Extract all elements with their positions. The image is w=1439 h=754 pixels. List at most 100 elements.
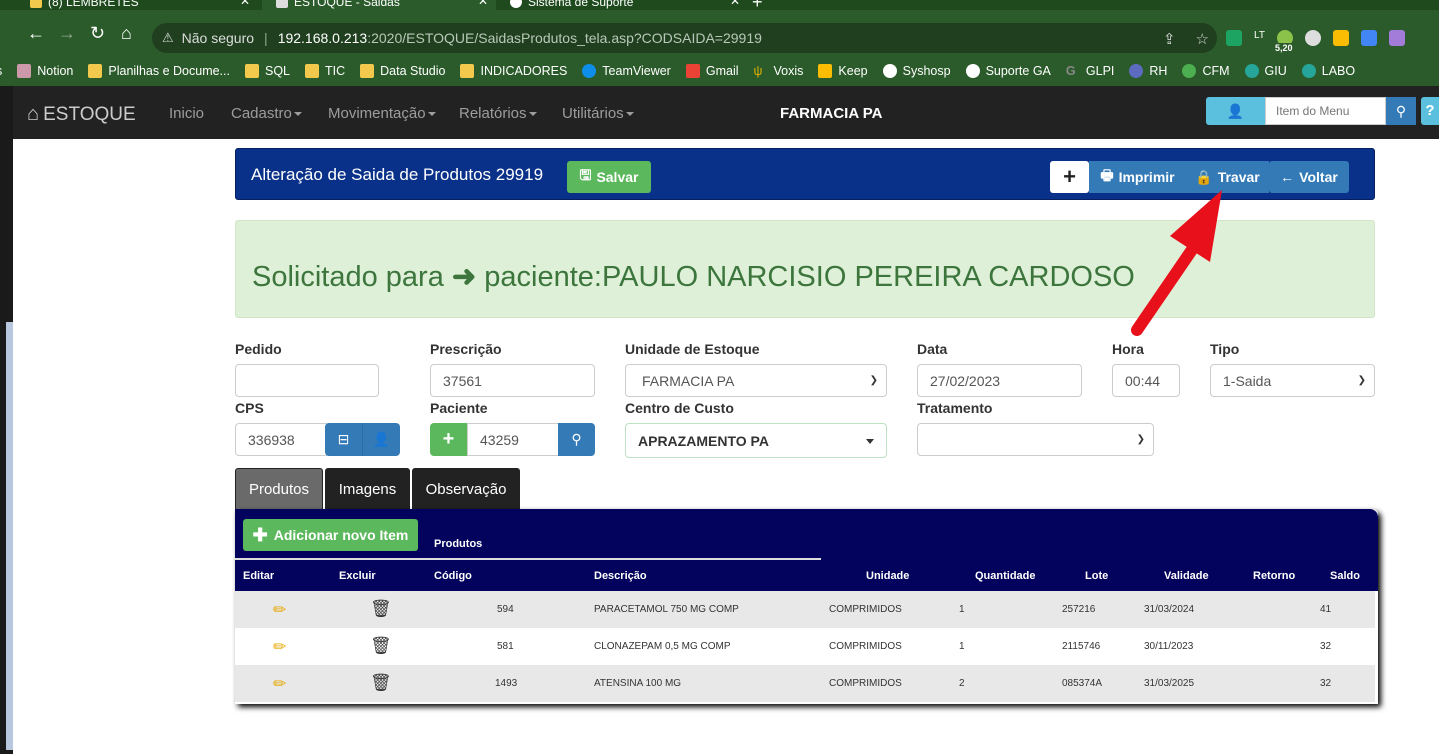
data-input[interactable]: 27/02/2023 — [917, 364, 1082, 397]
centro-select[interactable]: APRAZAMENTO PA — [625, 423, 887, 458]
new-tab-button[interactable]: + — [752, 0, 763, 10]
globe-tab-icon — [510, 0, 522, 8]
bookmark-item[interactable]: ψ Voxis — [754, 64, 804, 78]
bookmark-item[interactable]: TeamViewer — [582, 64, 671, 78]
bookmark-label: Syshosp — [902, 64, 951, 78]
help-button[interactable]: ? — [1421, 97, 1439, 125]
user-button[interactable]: 👤 — [1206, 97, 1265, 125]
bookmark-item[interactable]: Syshosp — [882, 64, 951, 78]
close-tab-icon[interactable]: ✕ — [730, 0, 740, 8]
bookmark-item[interactable]: Planilhas e Docume... — [88, 64, 230, 78]
tab-produtos[interactable]: Produtos — [235, 468, 323, 509]
bookmark-label: CFM — [1202, 64, 1230, 78]
back-button[interactable]: ← Voltar — [1269, 161, 1349, 193]
unidade-select[interactable]: FARMACIA PA ❯ — [625, 364, 887, 397]
tab-imagens[interactable]: Imagens — [325, 468, 410, 509]
plus-icon: ✚ — [252, 524, 268, 545]
browser-tab-estoque[interactable]: ESTOQUE - Saidas ✕ — [262, 0, 496, 10]
bookmark-item[interactable]: Suporte GA — [965, 64, 1051, 78]
nav-label: Utilitários — [562, 105, 624, 122]
bookmark-item[interactable]: Notion — [17, 64, 73, 78]
column-header-excluir: Excluir — [339, 570, 376, 582]
bookmark-item[interactable]: RH — [1129, 64, 1167, 78]
lock-button[interactable]: 🔒 Travar — [1186, 161, 1269, 193]
bookmark-label: GLPI — [1085, 64, 1115, 78]
bookmark-item[interactable]: LABO — [1301, 64, 1355, 78]
tipo-select[interactable]: 1-Saida ❯ — [1210, 364, 1375, 397]
forward-arrow-icon[interactable]: → — [58, 24, 76, 42]
address-bar[interactable]: ⚠ Não seguro | 192.168.0.213 :2020/ESTOQ… — [152, 23, 1217, 53]
nav-label: Relatórios — [459, 105, 527, 122]
bookmark-item[interactable]: TIC — [305, 64, 345, 78]
browser-tab-suporte[interactable]: Sistema de Suporte ✕ — [510, 0, 746, 10]
browser-tab-strip: (8) LEMBRETES ✕ ESTOQUE - Saidas ✕ Siste… — [0, 0, 1439, 10]
extension-icon[interactable] — [1304, 30, 1321, 46]
drive-extension-icon[interactable] — [1226, 30, 1242, 46]
nav-item-cadastro[interactable]: Cadastro — [231, 105, 302, 122]
trash-icon[interactable]: 🗑 — [370, 673, 392, 693]
cps-label: CPS — [235, 400, 264, 416]
nav-item-utilitarios[interactable]: Utilitários — [562, 105, 634, 122]
bookmark-item[interactable]: Keep — [818, 64, 868, 78]
close-tab-icon[interactable]: ✕ — [240, 0, 250, 8]
pencil-icon[interactable]: ✏ — [273, 674, 286, 694]
nav-item-inicio[interactable]: Inicio — [169, 105, 204, 122]
giu-icon — [1244, 64, 1259, 78]
home-icon[interactable]: ⌂ — [121, 24, 132, 42]
products-section-label: Produtos — [434, 538, 483, 550]
add-button[interactable]: + — [1050, 161, 1089, 193]
add-item-button[interactable]: ✚ Adicionar novo Item — [243, 519, 418, 551]
tratamento-select[interactable]: ❯ — [917, 423, 1154, 456]
star-icon[interactable]: ☆ — [1196, 30, 1209, 48]
hora-input[interactable]: 00:44 — [1112, 364, 1180, 397]
home-icon: ⌂ — [27, 103, 40, 125]
paciente-search-button[interactable]: ⚲ — [558, 423, 595, 456]
weather-extension-icon[interactable]: 5,20 — [1274, 30, 1293, 53]
pedido-input[interactable] — [235, 364, 379, 397]
pencil-icon[interactable]: ✏ — [273, 637, 286, 657]
cell-quantidade: 2 — [959, 678, 965, 689]
page-header-panel: Alteração de Saida de Produtos 29919 🖫 Sa… — [235, 148, 1375, 200]
bookmark-item[interactable]: Data Studio — [360, 64, 445, 78]
bookmark-item[interactable]: GIU — [1244, 64, 1287, 78]
tab-label: Observação — [425, 480, 507, 498]
back-arrow-icon[interactable]: ← — [27, 24, 45, 42]
trash-icon[interactable]: 🗑 — [370, 599, 392, 619]
bookmark-item[interactable]: CFM — [1182, 64, 1230, 78]
bookmarks-overflow-icon[interactable]: s — [0, 64, 2, 78]
paciente-input[interactable]: 43259 — [467, 423, 559, 456]
tab-observacao[interactable]: Observação — [412, 468, 520, 509]
bookmark-item[interactable]: Gmail — [685, 64, 739, 78]
keep-extension-icon[interactable] — [1332, 30, 1349, 46]
browser-tab-lembretes[interactable]: (8) LEMBRETES ✕ — [30, 0, 260, 10]
bookmark-item[interactable]: SQL — [244, 64, 290, 78]
bookmark-item[interactable]: INDICADORES — [460, 64, 567, 78]
brand-label: ESTOQUE — [43, 103, 136, 125]
menu-search-input[interactable] — [1265, 97, 1386, 125]
check-extension-icon[interactable] — [1388, 30, 1405, 46]
tipo-label: Tipo — [1210, 341, 1240, 357]
bookmark-item[interactable]: G GLPI — [1066, 64, 1115, 78]
print-button[interactable]: 🖶 Imprimir — [1089, 161, 1186, 193]
pedido-label: Pedido — [235, 341, 282, 357]
cps-user-button[interactable]: 👤 — [362, 423, 400, 456]
share-icon[interactable]: ⇪ — [1163, 30, 1176, 48]
brand-link[interactable]: ⌂ ESTOQUE — [27, 103, 136, 126]
trash-icon[interactable]: 🗑 — [370, 636, 392, 656]
close-tab-icon[interactable]: ✕ — [478, 0, 488, 8]
lt-extension-icon[interactable]: LT — [1254, 30, 1265, 46]
save-button[interactable]: 🖫 Salvar — [567, 161, 651, 193]
cps-input[interactable]: 336938 — [235, 423, 327, 456]
translate-extension-icon[interactable] — [1360, 30, 1377, 46]
add-paciente-button[interactable]: + — [430, 423, 467, 456]
reload-icon[interactable]: ↻ — [90, 24, 105, 42]
nav-item-relatorios[interactable]: Relatórios — [459, 105, 537, 122]
menu-search-button[interactable]: ⚲ — [1386, 97, 1416, 125]
prescricao-input[interactable]: 37561 — [430, 364, 595, 397]
search-icon: ⚲ — [571, 431, 582, 447]
save-icon: 🖫 — [579, 167, 592, 183]
nav-item-movimentacao[interactable]: Movimentação — [328, 105, 436, 122]
pencil-icon[interactable]: ✏ — [273, 600, 286, 620]
cps-inbox-button[interactable]: ⊟ — [325, 423, 362, 456]
column-header-quantidade: Quantidade — [975, 570, 1036, 582]
